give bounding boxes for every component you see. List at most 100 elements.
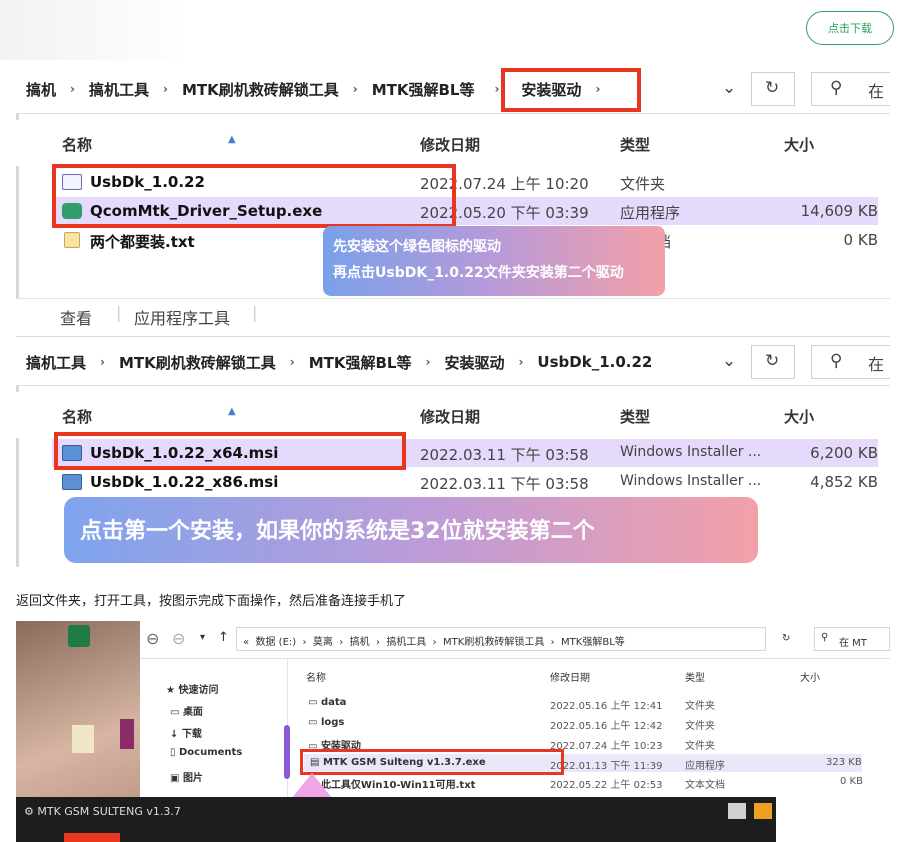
file-size: 6,200 KB	[810, 444, 878, 462]
breadcrumb-item[interactable]: 数据 (E:)	[255, 637, 296, 648]
chevron-right-icon: ›	[352, 82, 358, 96]
file-type: Windows Installer ...	[620, 473, 762, 489]
screenshot-explorer-1: 搞机 › 搞机工具 › MTK刷机救砖解锁工具 › MTK强解BL等 › 安装驱动 › ⌄…	[16, 64, 890, 567]
installer-icon	[62, 474, 82, 490]
breadcrumb-item[interactable]: 搞机工具	[386, 637, 426, 648]
caption-text: 返回文件夹，打开工具，按图示完成下面操作，然后准备连接手机了	[16, 594, 407, 609]
nav-documents[interactable]: ▯ Documents	[170, 747, 242, 758]
top-fade	[0, 0, 190, 60]
chevron-right-icon: ›	[518, 355, 524, 369]
column-date[interactable]: 修改日期	[420, 134, 480, 155]
column-date[interactable]: 修改日期	[550, 669, 590, 684]
chevron-right-icon: ›	[100, 355, 105, 369]
refresh-icon: ↻	[765, 78, 780, 98]
excel-icon	[68, 625, 90, 647]
download-button[interactable]: 点击下载	[806, 11, 894, 45]
file-type: 应用程序	[620, 204, 681, 222]
highlight-box	[64, 833, 120, 842]
breadcrumb-item[interactable]: MTK强解BL等	[368, 79, 479, 100]
search-hint: 在 MT	[839, 638, 867, 649]
breadcrumb-item[interactable]: MTK刷机救砖解锁工具	[115, 352, 280, 373]
breadcrumb: 搞机工具 › MTK刷机救砖解锁工具 › MTK强解BL等 › 安装驱动 › UsbDk…	[22, 337, 656, 387]
refresh-button[interactable]: ↻	[751, 345, 795, 379]
highlight-box	[54, 432, 406, 470]
breadcrumb-item[interactable]: MTK刷机救砖解锁工具	[443, 637, 544, 648]
close-button[interactable]	[754, 803, 772, 819]
annotation-line: 再点击UsbDK_1.0.22文件夹安装第二个驱动	[333, 265, 624, 281]
breadcrumb-item-current[interactable]: UsbDk_1.0.22	[533, 353, 656, 371]
nav-quick-access[interactable]: ★ 快速访问	[166, 681, 218, 696]
breadcrumb-item[interactable]: 安装驱动	[440, 352, 508, 373]
tab-app-tools[interactable]: 应用程序工具	[134, 305, 230, 329]
nav-pane: ★ 快速访问 ▭ 桌面 ↓ 下载 ▯ Documents ▣ 图片	[140, 659, 290, 797]
sort-caret-icon: ▲	[228, 406, 236, 417]
breadcrumb-item[interactable]: 搞机	[22, 79, 60, 100]
column-name[interactable]: 名称	[62, 406, 92, 427]
breadcrumb-item[interactable]: MTK强解BL等	[305, 352, 416, 373]
chevron-down-icon[interactable]: ▾	[200, 632, 205, 643]
sort-caret-icon: ▲	[228, 134, 236, 145]
search-icon: ⚲	[821, 632, 829, 643]
divider: |	[116, 303, 122, 322]
address-bar: ⊖ ⊖ ▾ ↑ « 数据 (E:) › 莫离 › 搞机 › 搞机工具 › MTK…	[140, 621, 890, 659]
chevron-right-icon: ›	[162, 82, 168, 96]
file-name: UsbDk_1.0.22_x86.msi	[90, 473, 279, 491]
refresh-icon[interactable]: ↻	[782, 633, 790, 644]
file-size: 4,852 KB	[810, 473, 878, 491]
gsm-tool-window: ⚙ MTK GSM SULTENG v1.3.7	[16, 797, 776, 842]
scroll-thumb[interactable]	[284, 725, 290, 779]
column-date[interactable]: 修改日期	[420, 406, 480, 427]
column-size[interactable]: 大小	[784, 406, 814, 427]
search-icon: ⚲	[830, 351, 843, 371]
nav-pictures[interactable]: ▣ 图片	[170, 769, 203, 784]
path-box[interactable]: « 数据 (E:) › 莫离 › 搞机 › 搞机工具 › MTK刷机救砖解锁工具…	[236, 627, 766, 651]
breadcrumb-item[interactable]: MTK刷机救砖解锁工具	[178, 79, 343, 100]
tab-view[interactable]: 查看	[60, 305, 92, 329]
file-size: 14,609 KB	[800, 202, 878, 220]
column-header: ▲ 名称 修改日期 类型 大小	[16, 120, 890, 166]
gsm-title: ⚙ MTK GSM SULTENG v1.3.7	[24, 805, 181, 818]
divider: |	[252, 303, 258, 322]
breadcrumb-item[interactable]: 搞机	[350, 637, 370, 648]
up-icon[interactable]: ↑	[218, 630, 229, 645]
file-type: 文件夹	[620, 175, 666, 193]
highlight-box	[501, 68, 641, 112]
chevron-down-icon[interactable]: ⌄	[722, 351, 736, 371]
highlight-box	[52, 164, 456, 228]
breadcrumb-item[interactable]: 莫离	[313, 637, 333, 648]
highlight-box	[300, 749, 564, 775]
search-box[interactable]: ⚲ 在 MT	[814, 627, 890, 651]
breadcrumb-item[interactable]: 搞机工具	[22, 352, 90, 373]
breadcrumb-item[interactable]: MTK强解BL等	[561, 637, 625, 648]
nav-downloads[interactable]: ↓ 下载	[170, 725, 202, 740]
annotation-banner: 点击第一个安装，如果你的系统是32位就安装第二个	[64, 497, 758, 563]
file-date: 2022.03.11 下午 03:58	[420, 475, 589, 493]
search-box[interactable]: ⚲ 在	[811, 345, 890, 379]
back-icon[interactable]: ⊖	[146, 629, 159, 648]
file-date: 2022.03.11 下午 03:58	[420, 446, 589, 464]
search-hint: 在	[868, 82, 885, 101]
nav-desktop[interactable]: ▭ 桌面	[170, 703, 203, 718]
file-row[interactable]: UsbDk_1.0.22_x86.msi 2022.03.11 下午 03:58…	[52, 468, 878, 496]
search-icon: ⚲	[830, 78, 843, 98]
column-name[interactable]: 名称	[62, 134, 92, 155]
column-type[interactable]: 类型	[620, 406, 650, 427]
column-size[interactable]: 大小	[800, 669, 820, 684]
file-type: Windows Installer ...	[620, 444, 762, 460]
ribbon-tabs: 查看 | 应用程序工具 |	[16, 298, 890, 332]
column-type[interactable]: 类型	[685, 669, 705, 684]
minimize-button[interactable]	[728, 803, 746, 819]
address-bar: 搞机 › 搞机工具 › MTK刷机救砖解锁工具 › MTK强解BL等 › 安装驱动 › ⌄…	[16, 64, 890, 114]
top-bar: 点击下载	[0, 0, 904, 60]
column-type[interactable]: 类型	[620, 134, 650, 155]
screenshot-explorer-2: ⊖ ⊖ ▾ ↑ « 数据 (E:) › 莫离 › 搞机 › 搞机工具 › MTK…	[16, 621, 890, 842]
breadcrumb-item[interactable]: 搞机工具	[85, 79, 153, 100]
refresh-icon: ↻	[765, 351, 780, 371]
forward-icon[interactable]: ⊖	[172, 629, 185, 648]
column-name[interactable]: 名称	[306, 669, 326, 684]
refresh-button[interactable]: ↻	[751, 72, 795, 106]
search-box[interactable]: ⚲ 在	[811, 72, 890, 106]
annotation-line: 先安装这个绿色图标的驱动	[333, 239, 501, 255]
chevron-down-icon[interactable]: ⌄	[722, 78, 736, 98]
column-size[interactable]: 大小	[784, 134, 814, 155]
